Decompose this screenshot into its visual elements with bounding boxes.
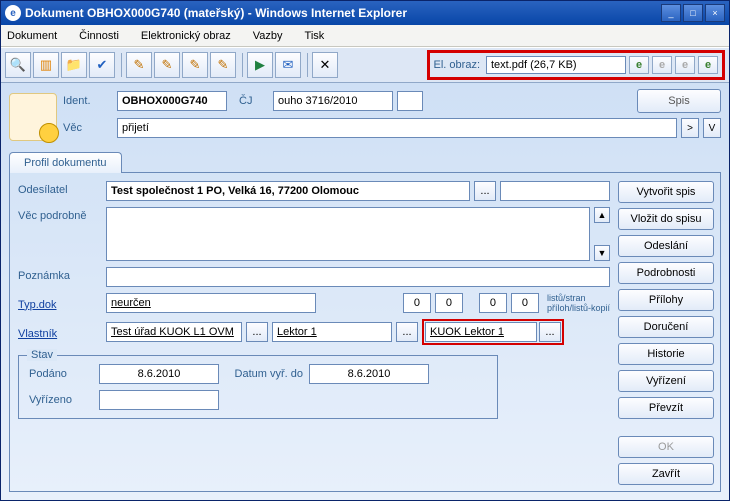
content: Ident. ČJ Spis Věc > V Profil dokumentu — [1, 83, 729, 500]
poznamka-field[interactable] — [106, 267, 610, 287]
toolbar-edit2-icon[interactable]: ✎ — [154, 52, 180, 78]
window: e Dokument OBHOX000G740 (mateřský) - Win… — [0, 0, 730, 501]
menu-dokument[interactable]: Dokument — [7, 30, 57, 42]
doruceni-button[interactable]: Doručení — [618, 316, 714, 338]
ie-icon: e — [5, 5, 21, 21]
vlastnik-lektor-browse[interactable]: ... — [396, 322, 418, 342]
vec-v-button[interactable]: V — [703, 118, 721, 138]
toolbar-search-icon[interactable]: 🔍 — [5, 52, 31, 78]
vlozit-do-spisu-button[interactable]: Vložit do spisu — [618, 208, 714, 230]
toolbar-doc-icon[interactable]: ▥ — [33, 52, 59, 78]
menu-elektronicky-obraz[interactable]: Elektronický obraz — [141, 30, 231, 42]
list1-field[interactable] — [403, 293, 431, 313]
list-info: listů/stranpříloh/listů-kopií — [547, 293, 610, 313]
window-title: Dokument OBHOX000G740 (mateřský) - Windo… — [25, 6, 661, 20]
list2-field[interactable] — [435, 293, 463, 313]
ident-label: Ident. — [63, 95, 113, 107]
scroll-up-icon[interactable]: ▲ — [594, 207, 610, 223]
prevzit-button[interactable]: Převzít — [618, 397, 714, 419]
toolbar-edit3-icon[interactable]: ✎ — [182, 52, 208, 78]
prilohy-button[interactable]: Přílohy — [618, 289, 714, 311]
el-obraz-btn2[interactable]: e — [652, 56, 672, 74]
cj-label: ČJ — [239, 95, 269, 107]
odesilatel-browse[interactable]: ... — [474, 181, 496, 201]
datvyr-field[interactable] — [309, 364, 429, 384]
form-area: Odesílatel ... Věc podrobně ▲ ▼ Poznámka — [9, 173, 721, 492]
kuok-highlight: ... — [422, 319, 564, 345]
cj-field[interactable] — [273, 91, 393, 111]
ident-field[interactable] — [117, 91, 227, 111]
vlastnik-label[interactable]: Vlastník — [18, 325, 102, 340]
typdok-field[interactable] — [106, 293, 316, 313]
odeslani-button[interactable]: Odeslání — [618, 235, 714, 257]
vyrizeni-button[interactable]: Vyřízení — [618, 370, 714, 392]
el-obraz-box: El. obraz: e e e e — [427, 50, 725, 80]
vlastnik-lektor-field[interactable] — [272, 322, 392, 342]
odesilatel-label: Odesílatel — [18, 181, 102, 196]
poznamka-label: Poznámka — [18, 267, 102, 282]
el-obraz-btn4[interactable]: e — [698, 56, 718, 74]
odesilatel-field[interactable] — [106, 181, 470, 201]
datvyr-label: Datum vyř. do — [219, 368, 309, 380]
podano-label: Podáno — [29, 368, 99, 380]
odesilatel-extra[interactable] — [500, 181, 610, 201]
kuok-field[interactable] — [425, 322, 537, 342]
stav-box: Stav Podáno Datum vyř. do Vyřízeno — [18, 355, 498, 419]
maximize-button[interactable]: □ — [683, 4, 703, 22]
document-icon — [9, 93, 57, 141]
vyrizeno-label: Vyřízeno — [29, 394, 99, 406]
menubar: Dokument Činnosti Elektronický obraz Vaz… — [1, 25, 729, 47]
vec-field[interactable] — [117, 118, 677, 138]
vec-expand-button[interactable]: > — [681, 118, 699, 138]
stav-legend: Stav — [27, 349, 57, 361]
spis-button[interactable]: Spis — [637, 89, 721, 113]
tab-profil-dokumentu[interactable]: Profil dokumentu — [9, 152, 122, 173]
zavrit-button[interactable]: Zavřít — [618, 463, 714, 485]
scroll-down-icon[interactable]: ▼ — [594, 245, 610, 261]
vlastnik-urad-field[interactable] — [106, 322, 242, 342]
toolbar-delete-icon[interactable]: ✕ — [312, 52, 338, 78]
ok-button: OK — [618, 436, 714, 458]
toolbar-check-icon[interactable]: ✔ — [89, 52, 115, 78]
toolbar-edit4-icon[interactable]: ✎ — [210, 52, 236, 78]
toolbar-edit1-icon[interactable]: ✎ — [126, 52, 152, 78]
minimize-button[interactable]: _ — [661, 4, 681, 22]
el-obraz-btn1[interactable]: e — [629, 56, 649, 74]
tab-row: Profil dokumentu — [9, 151, 721, 173]
menu-tisk[interactable]: Tisk — [305, 30, 325, 42]
podrobnosti-button[interactable]: Podrobnosti — [618, 262, 714, 284]
list4-field[interactable] — [511, 293, 539, 313]
typdok-label[interactable]: Typ.dok — [18, 296, 102, 311]
vec-podrobne-label: Věc podrobně — [18, 207, 102, 222]
podano-field[interactable] — [99, 364, 219, 384]
close-window-button[interactable]: × — [705, 4, 725, 22]
toolbar-folder-icon[interactable]: 📁 — [61, 52, 87, 78]
menu-cinnosti[interactable]: Činnosti — [79, 30, 119, 42]
titlebar: e Dokument OBHOX000G740 (mateřský) - Win… — [1, 1, 729, 25]
el-obraz-field[interactable] — [486, 56, 626, 74]
kuok-browse[interactable]: ... — [539, 322, 561, 342]
list3-field[interactable] — [479, 293, 507, 313]
vytvorit-spis-button[interactable]: Vytvořit spis — [618, 181, 714, 203]
toolbar-forward-icon[interactable]: ▶ — [247, 52, 273, 78]
historie-button[interactable]: Historie — [618, 343, 714, 365]
vyrizeno-field[interactable] — [99, 390, 219, 410]
toolbar-mail-icon[interactable]: ✉ — [275, 52, 301, 78]
el-obraz-label: El. obraz: — [434, 59, 480, 71]
el-obraz-btn3[interactable]: e — [675, 56, 695, 74]
sidebar-buttons: Vytvořit spis Vložit do spisu Odeslání P… — [618, 181, 714, 485]
menu-vazby[interactable]: Vazby — [253, 30, 283, 42]
vec-label: Věc — [63, 122, 113, 134]
vlastnik-urad-browse[interactable]: ... — [246, 322, 268, 342]
cj-extra-field[interactable] — [397, 91, 423, 111]
toolbar: 🔍 ▥ 📁 ✔ ✎ ✎ ✎ ✎ ▶ ✉ ✕ El. obraz: e e e e — [1, 47, 729, 83]
vec-podrobne-field[interactable] — [106, 207, 590, 261]
